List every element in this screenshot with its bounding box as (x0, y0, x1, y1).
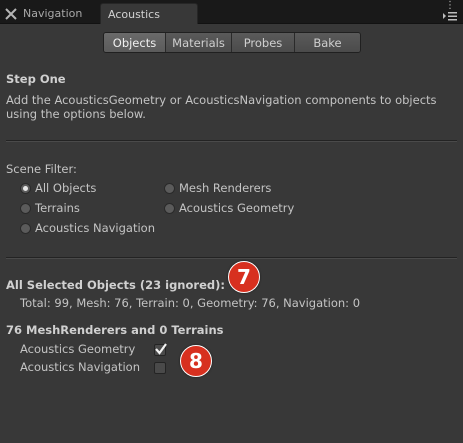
bake-button[interactable]: Bake (295, 33, 360, 52)
radio-selected-icon (20, 182, 31, 194)
objects-button[interactable]: Objects (104, 33, 166, 52)
acoustics-navigation-row: Acoustics Navigation (20, 360, 140, 374)
acoustics-geometry-row: Acoustics Geometry (20, 342, 135, 356)
divider (6, 140, 457, 142)
filter-acoustics-geometry-radio[interactable]: Acoustics Geometry (164, 201, 294, 215)
radio-icon (164, 182, 175, 194)
acoustics-navigation-checkbox[interactable] (154, 362, 166, 374)
scene-filter-label: Scene Filter: (6, 162, 77, 176)
tab-acoustics-label: Acoustics (108, 7, 160, 21)
callout-badge-8: 8 (180, 345, 212, 377)
filter-all-objects-label: All Objects (35, 181, 97, 195)
selected-objects-summary: Total: 99, Mesh: 76, Terrain: 0, Geometr… (20, 296, 361, 310)
radio-icon (20, 202, 31, 214)
selected-objects-title: All Selected Objects (23 ignored): (6, 278, 225, 292)
divider (6, 257, 457, 259)
acoustics-geometry-checkbox[interactable] (154, 343, 167, 356)
filter-all-objects-radio[interactable]: All Objects (20, 181, 96, 195)
more-dots-icon[interactable]: ⋮ (445, 1, 455, 11)
filter-acoustics-geometry-label: Acoustics Geometry (179, 201, 295, 215)
materials-button[interactable]: Materials (166, 33, 232, 52)
section-toolbar: Objects Materials Probes Bake (103, 32, 361, 53)
tab-navigation-label: Navigation (23, 7, 83, 20)
checkmark-icon (155, 343, 167, 355)
step-title: Step One (6, 72, 66, 86)
filter-terrains-radio[interactable]: Terrains (20, 201, 80, 215)
navigation-icon (4, 7, 18, 21)
filter-acoustics-navigation-radio[interactable]: Acoustics Navigation (20, 221, 155, 235)
radio-icon (164, 202, 175, 214)
radio-icon (20, 222, 31, 234)
menu-icon[interactable] (443, 11, 457, 21)
acoustics-navigation-label: Acoustics Navigation (20, 360, 141, 374)
probes-button[interactable]: Probes (232, 33, 295, 52)
mesh-renderers-title: 76 MeshRenderers and 0 Terrains (6, 323, 224, 337)
filter-mesh-renderers-label: Mesh Renderers (179, 181, 272, 195)
step-description-line2: using the options below. (6, 107, 146, 121)
filter-terrains-label: Terrains (35, 201, 80, 215)
acoustics-geometry-label: Acoustics Geometry (20, 342, 136, 356)
filter-acoustics-navigation-label: Acoustics Navigation (35, 221, 156, 235)
filter-mesh-renderers-radio[interactable]: Mesh Renderers (164, 181, 271, 195)
callout-badge-7: 7 (228, 261, 260, 293)
tab-acoustics[interactable]: Acoustics (100, 3, 198, 24)
tab-navigation[interactable]: Navigation (4, 3, 96, 24)
window-controls: ⋮ (441, 1, 457, 22)
step-description-line1: Add the AcousticsGeometry or AcousticsNa… (6, 93, 437, 107)
tab-bar: Navigation Acoustics ⋮ (0, 0, 463, 24)
